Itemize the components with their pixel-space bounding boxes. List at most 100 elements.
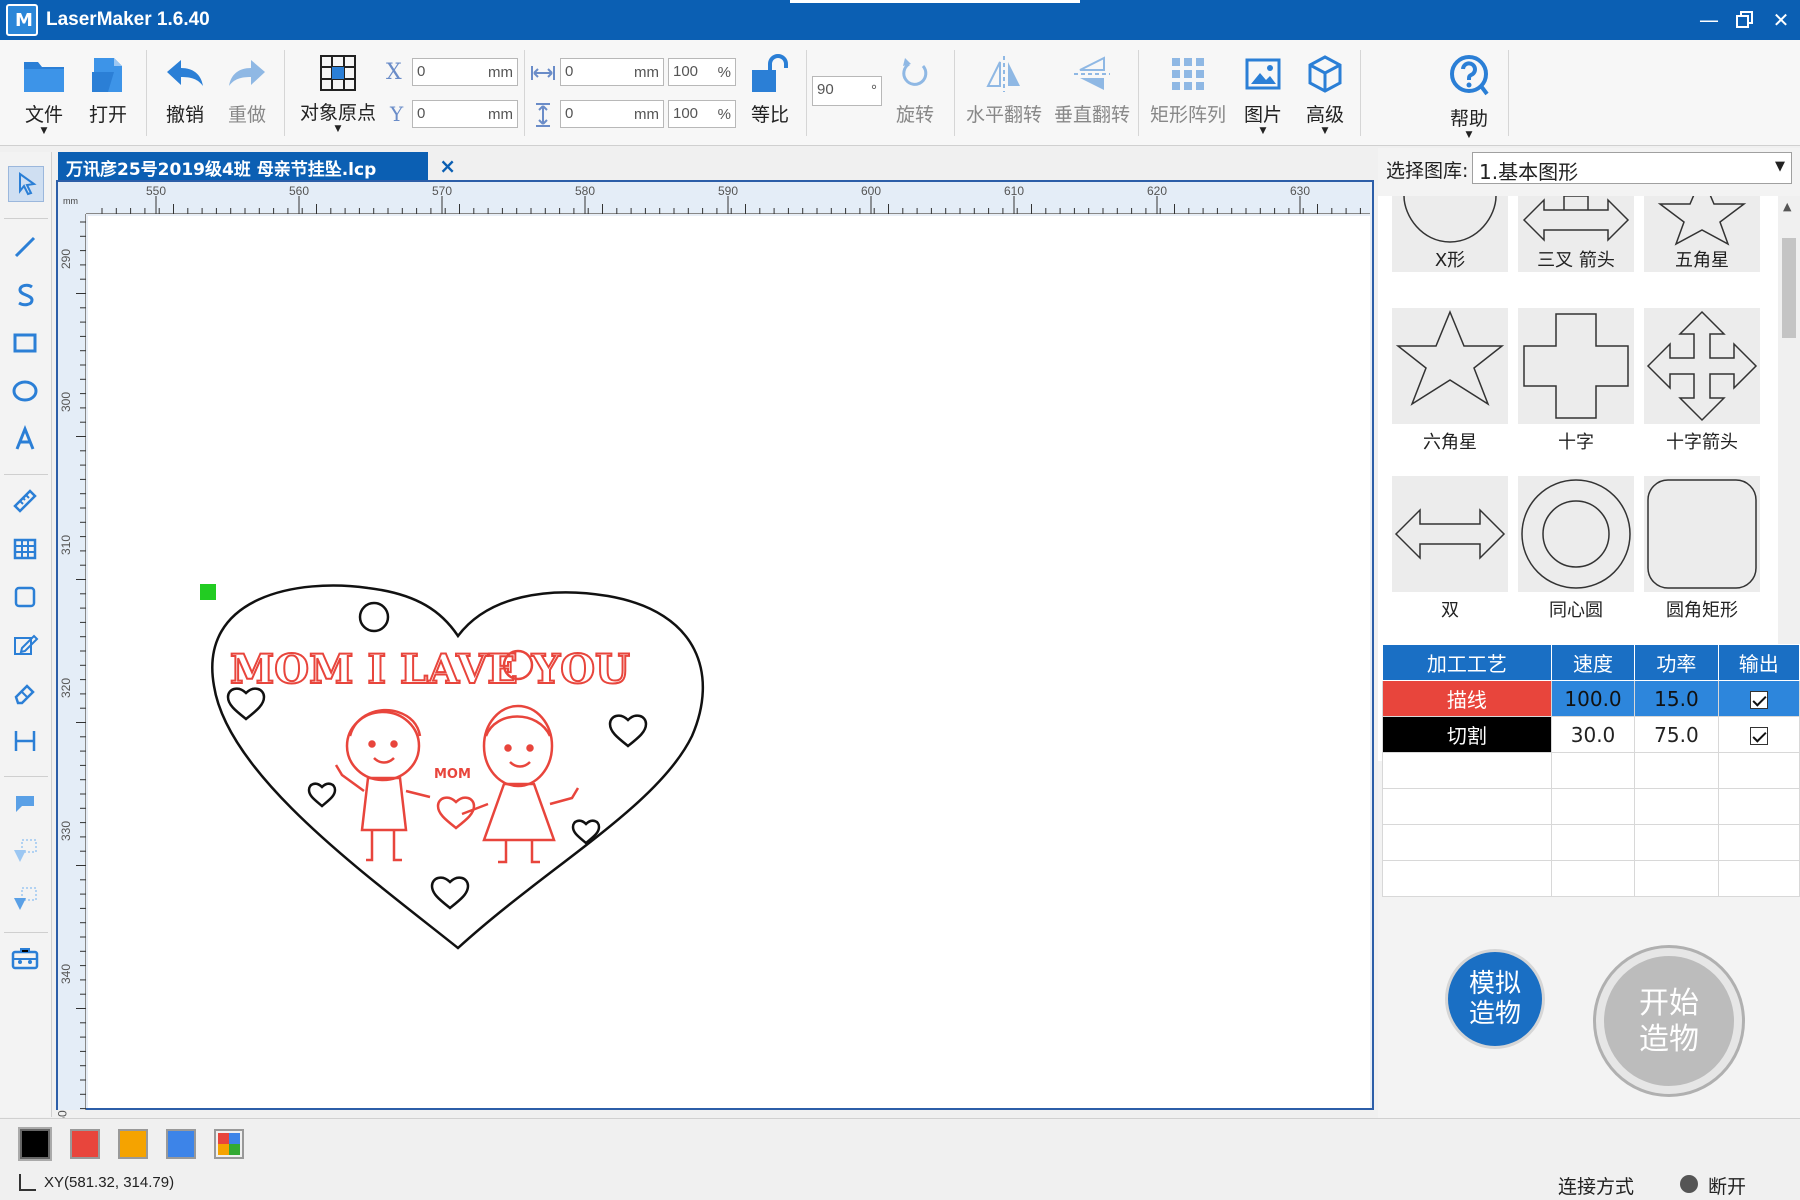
rectangle-tool[interactable]	[8, 326, 44, 362]
rotate-button[interactable]: 旋转	[890, 54, 940, 127]
proportion-lock-button[interactable]: 等比	[742, 54, 798, 127]
line-icon	[14, 236, 36, 258]
small-heart-shape[interactable]	[430, 876, 470, 910]
restore-icon[interactable]	[1730, 6, 1760, 34]
layer-down-tool[interactable]	[8, 882, 44, 918]
y-value: 0	[417, 105, 426, 122]
table-row[interactable]: 切割 30.0 75.0	[1382, 716, 1800, 753]
document-tab[interactable]: 万讯彦25号2019级4班 母亲节挂坠.lcp ×	[58, 152, 456, 180]
select-tool[interactable]	[8, 166, 44, 202]
color-swatch-black[interactable]	[18, 1127, 52, 1161]
file-button[interactable]: 文件 ▼	[20, 54, 68, 136]
text-tool[interactable]	[8, 422, 44, 458]
top-ruler[interactable]: 550 560 570 580 590 600 610 620 630	[86, 182, 1370, 214]
frame-icon	[14, 586, 36, 608]
fill-tool[interactable]	[8, 786, 44, 822]
shape-cross-arrow[interactable]	[1644, 308, 1760, 424]
hang-hole-shape[interactable]	[358, 601, 390, 633]
drawing-canvas[interactable]: MOM I LAVE YOU MOM	[88, 216, 1370, 1108]
ruler-label: 580	[575, 184, 596, 198]
height-pct-unit: %	[717, 106, 731, 123]
line-tool[interactable]	[8, 230, 44, 266]
toolbox-tool[interactable]	[8, 942, 44, 978]
ruler-label: 320	[59, 677, 74, 699]
simulate-button[interactable]: 模拟 造物	[1448, 952, 1542, 1046]
text-icon	[15, 424, 35, 450]
power-cell[interactable]: 75.0	[1634, 716, 1719, 753]
image-button[interactable]: 图片 ▼	[1240, 54, 1286, 136]
engraving-text[interactable]: MOM I LAVE YOU	[229, 645, 631, 694]
start-button[interactable]: 开始 造物	[1596, 948, 1742, 1094]
table-row[interactable]: 描线 100.0 15.0	[1382, 680, 1800, 717]
width-input[interactable]: 0 mm	[560, 58, 664, 86]
library-selected-value: 1.基本图形	[1479, 160, 1579, 184]
mom-badge-text[interactable]: MOM	[434, 767, 471, 782]
open-button[interactable]: 打开	[84, 54, 132, 127]
small-heart-shape[interactable]	[608, 714, 648, 748]
ellipse-tool[interactable]	[8, 374, 44, 410]
power-cell[interactable]: 15.0	[1634, 680, 1719, 717]
edit-tool[interactable]	[8, 628, 44, 664]
color-swatch-orange[interactable]	[118, 1129, 148, 1159]
color-swatch-red[interactable]	[70, 1129, 100, 1159]
x-unit: mm	[488, 64, 513, 81]
undo-button[interactable]: 撤销	[160, 54, 210, 127]
connection-mode-label[interactable]: 连接方式	[1558, 1172, 1634, 1199]
help-button[interactable]: 帮助 ▼	[1444, 54, 1494, 140]
process-name-cell[interactable]: 切割	[1382, 716, 1552, 753]
measure-tool[interactable]	[8, 484, 44, 520]
tool-separator	[4, 776, 48, 777]
height-percent-input[interactable]: 100%	[668, 100, 736, 128]
frame-tool[interactable]	[8, 580, 44, 616]
ruler-label: 550	[146, 184, 167, 198]
output-checkbox[interactable]	[1749, 726, 1768, 745]
origin-marker[interactable]	[200, 584, 216, 600]
scroll-thumb[interactable]	[1782, 238, 1796, 338]
scroll-up-icon[interactable]: ▲	[1783, 200, 1791, 213]
small-heart-shape[interactable]	[571, 819, 601, 845]
shape-concentric-circle[interactable]	[1518, 476, 1634, 592]
align-tool[interactable]	[8, 724, 44, 760]
output-checkbox[interactable]	[1749, 690, 1768, 709]
app-window: M LaserMaker 1.6.40 — ✕ 文件 ▼ 打开 撤销 重做 对象…	[0, 0, 1800, 1200]
double-arrow-icon	[1394, 508, 1506, 560]
header-output: 输出	[1717, 644, 1800, 681]
minimize-icon[interactable]: —	[1694, 6, 1724, 34]
small-heart-shape[interactable]	[226, 687, 266, 721]
height-input[interactable]: 0 mm	[560, 100, 664, 128]
width-percent-input[interactable]: 100%	[668, 58, 736, 86]
left-ruler[interactable]: 290 300 310 320 330 340 50	[56, 214, 86, 1124]
y-position-input[interactable]: 0 mm	[412, 100, 518, 128]
advanced-button[interactable]: 高级 ▼	[1302, 54, 1348, 136]
shape-label: 十字	[1558, 432, 1594, 453]
rectangular-array-button[interactable]: 矩形阵列	[1148, 54, 1228, 127]
layer-up-tool[interactable]	[8, 834, 44, 870]
small-heart-shape[interactable]	[307, 782, 337, 808]
shape-cross[interactable]	[1518, 308, 1634, 424]
shape-double-arrow[interactable]	[1392, 476, 1508, 592]
speed-cell[interactable]: 30.0	[1550, 716, 1636, 753]
redo-button[interactable]: 重做	[222, 54, 272, 127]
table-header-row: 加工工艺 速度 功率 输出	[1382, 644, 1800, 681]
close-tab-icon[interactable]: ×	[439, 154, 456, 178]
horizontal-flip-button[interactable]: 水平翻转	[964, 54, 1044, 127]
vertical-flip-button[interactable]: 垂直翻转	[1052, 54, 1132, 127]
process-name-cell[interactable]: 描线	[1382, 680, 1552, 717]
library-select[interactable]: 1.基本图形 ▼	[1472, 152, 1792, 184]
speed-cell[interactable]: 100.0	[1550, 680, 1636, 717]
close-window-icon[interactable]: ✕	[1766, 6, 1796, 34]
object-origin-button[interactable]: 对象原点 ▼	[296, 54, 380, 134]
hflip-label: 水平翻转	[965, 104, 1042, 126]
shape-six-star[interactable]	[1392, 308, 1508, 424]
eraser-tool[interactable]	[8, 676, 44, 712]
x-position-input[interactable]: 0 mm	[412, 58, 518, 86]
redo-label: 重做	[227, 104, 266, 126]
connection-state: 断开	[1708, 1176, 1747, 1198]
angle-input[interactable]: 90 °	[812, 76, 882, 106]
curve-tool[interactable]	[8, 278, 44, 314]
ruler-label: 600	[861, 184, 882, 198]
color-swatch-blue[interactable]	[166, 1129, 196, 1159]
multi-color-icon[interactable]	[214, 1129, 244, 1159]
shape-rounded-rect[interactable]	[1644, 476, 1760, 592]
table-tool[interactable]	[8, 532, 44, 568]
